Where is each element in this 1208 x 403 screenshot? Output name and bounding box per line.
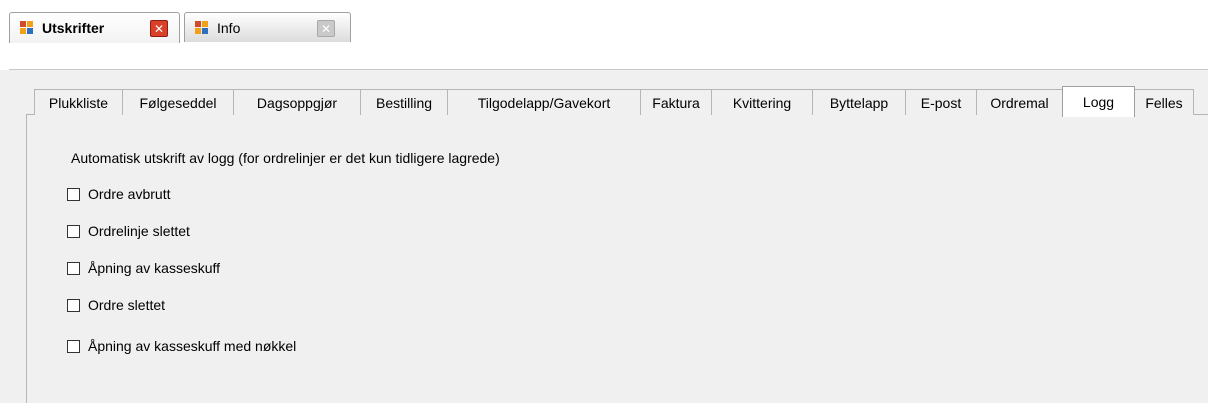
app-icon	[19, 20, 35, 36]
document-tab-label: Info	[217, 19, 241, 36]
checkbox[interactable]	[67, 298, 80, 312]
checkbox[interactable]	[67, 261, 80, 275]
tab-dagsoppgjor[interactable]: Dagsoppgjør	[233, 89, 361, 115]
option-apning-av-kasseskuff[interactable]: Åpning av kasseskuff	[67, 259, 220, 277]
tab-ordremal[interactable]: Ordremal	[976, 89, 1063, 115]
document-tab-info[interactable]: Info ✕	[184, 12, 351, 42]
tab-tilgodelapp-gavekort[interactable]: Tilgodelapp/Gavekort	[447, 89, 641, 115]
close-icon[interactable]: ✕	[150, 20, 168, 37]
checkbox[interactable]	[67, 187, 80, 201]
tab-folgeseddel[interactable]: Følgeseddel	[122, 89, 234, 115]
option-label: Ordrelinje slettet	[88, 223, 190, 239]
logg-heading: Automatisk utskrift av logg (for ordreli…	[71, 150, 500, 166]
tab-faktura[interactable]: Faktura	[640, 89, 712, 115]
document-tab-divider	[9, 69, 1208, 70]
document-tab-strip	[0, 0, 1208, 70]
option-ordre-avbrutt[interactable]: Ordre avbrutt	[67, 185, 170, 203]
option-label: Åpning av kasseskuff	[88, 260, 221, 276]
option-label: Ordre slettet	[88, 297, 166, 313]
option-label: Ordre avbrutt	[88, 186, 171, 202]
checkbox[interactable]	[67, 339, 80, 353]
document-tab-utskrifter[interactable]: Utskrifter ✕	[9, 12, 180, 43]
app-icon	[194, 20, 210, 36]
tab-kvittering[interactable]: Kvittering	[711, 89, 813, 115]
close-icon[interactable]: ✕	[317, 20, 335, 37]
tab-logg[interactable]: Logg	[1062, 86, 1135, 117]
document-tab-label: Utskrifter	[42, 20, 105, 36]
tab-byttelapp[interactable]: Byttelapp	[812, 89, 906, 115]
option-ordrelinje-slettet[interactable]: Ordrelinje slettet	[67, 222, 190, 240]
tab-bestilling[interactable]: Bestilling	[360, 89, 448, 115]
option-ordre-slettet[interactable]: Ordre slettet	[67, 296, 165, 314]
settings-tab-row: Plukkliste Følgeseddel Dagsoppgjør Besti…	[0, 86, 1208, 117]
option-label: Åpning av kasseskuff med nøkkel	[88, 338, 297, 354]
tab-plukkliste[interactable]: Plukkliste	[34, 89, 123, 115]
tab-felles[interactable]: Felles	[1134, 89, 1194, 115]
checkbox[interactable]	[67, 224, 80, 238]
option-apning-av-kasseskuff-med-nokkel[interactable]: Åpning av kasseskuff med nøkkel	[67, 337, 296, 355]
tab-e-post[interactable]: E-post	[905, 89, 977, 115]
